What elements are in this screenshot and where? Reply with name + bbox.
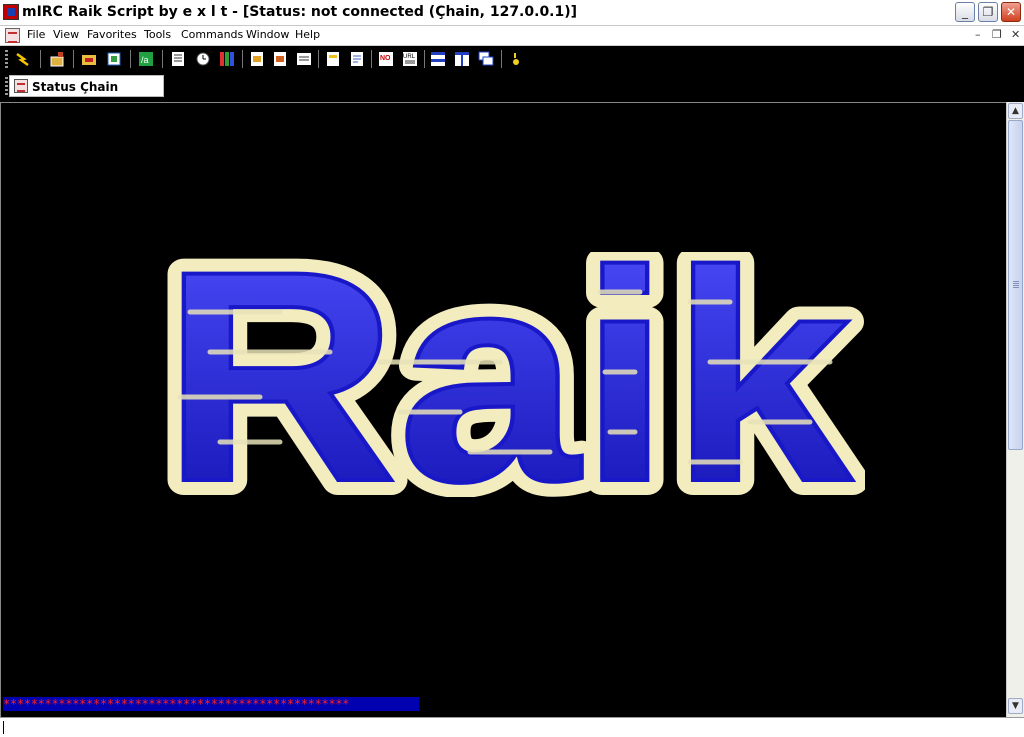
tile-horizontal-icon[interactable] bbox=[430, 51, 446, 67]
menu-view[interactable]: View bbox=[53, 28, 79, 41]
mdi-minimize-button[interactable]: – bbox=[975, 28, 981, 41]
scroll-thumb[interactable] bbox=[1008, 120, 1023, 450]
text-caret bbox=[3, 721, 4, 734]
address-book-icon[interactable] bbox=[106, 51, 122, 67]
title-bar: mIRC Raik Script by e x l t - [Status: n… bbox=[0, 0, 1024, 26]
vertical-scrollbar[interactable]: ▲ ▼ bbox=[1006, 102, 1024, 717]
connect-icon[interactable] bbox=[15, 51, 31, 67]
mirc-app-icon[interactable] bbox=[3, 4, 19, 20]
toolbar-separator bbox=[130, 50, 131, 68]
receive-file-icon[interactable] bbox=[272, 51, 288, 67]
help-icon[interactable] bbox=[508, 51, 524, 67]
menu-file[interactable]: File bbox=[27, 28, 45, 41]
toolbar-separator bbox=[501, 50, 502, 68]
minimize-button[interactable]: _ bbox=[955, 2, 975, 22]
channels-folder-icon[interactable] bbox=[81, 51, 97, 67]
menu-bar: File View Favorites Tools Commands Windo… bbox=[0, 26, 1024, 46]
cascade-icon[interactable] bbox=[478, 51, 494, 67]
url-list-icon[interactable]: URL bbox=[402, 51, 418, 67]
menu-favorites[interactable]: Favorites bbox=[87, 28, 137, 41]
no-icon[interactable]: NO bbox=[378, 51, 394, 67]
switchbar: Status Çhain bbox=[0, 73, 1024, 100]
restore-button[interactable]: ❐ bbox=[978, 2, 998, 22]
menu-help[interactable]: Help bbox=[295, 28, 320, 41]
toolbar-grip[interactable] bbox=[5, 50, 8, 70]
toolbar-separator bbox=[73, 50, 74, 68]
send-file-icon[interactable] bbox=[249, 51, 265, 67]
svg-text:NO: NO bbox=[380, 55, 391, 62]
log-icon[interactable] bbox=[325, 51, 341, 67]
toolbar-separator bbox=[424, 50, 425, 68]
menu-tools[interactable]: Tools bbox=[144, 28, 171, 41]
menu-window[interactable]: Window bbox=[246, 28, 289, 41]
svg-text:/a: /a bbox=[141, 55, 149, 65]
toolbar: /a NO URL bbox=[0, 46, 1024, 73]
timer-icon[interactable] bbox=[195, 51, 211, 67]
switchbar-tab-label: Status Çhain bbox=[32, 80, 119, 94]
scroll-thumb-grip bbox=[1013, 281, 1019, 289]
toolbar-separator bbox=[162, 50, 163, 68]
notify-icon[interactable] bbox=[349, 51, 365, 67]
status-window-menu-icon[interactable] bbox=[5, 28, 20, 43]
alias-icon[interactable]: /a bbox=[138, 51, 154, 67]
colors-icon[interactable] bbox=[219, 51, 235, 67]
toolbar-separator bbox=[242, 50, 243, 68]
toolbar-separator bbox=[371, 50, 372, 68]
logo-fill: Raik bbox=[162, 252, 854, 497]
toolbar-separator bbox=[318, 50, 319, 68]
tile-vertical-icon[interactable] bbox=[454, 51, 470, 67]
scroll-down-button[interactable]: ▼ bbox=[1008, 698, 1023, 714]
mdi-close-button[interactable]: ✕ bbox=[1011, 28, 1020, 41]
status-window-icon bbox=[14, 79, 28, 93]
raik-ascii-logo: Raik Raik bbox=[150, 252, 865, 497]
scroll-up-button[interactable]: ▲ bbox=[1008, 103, 1023, 119]
options-icon[interactable] bbox=[49, 51, 65, 67]
script-editor-icon[interactable] bbox=[170, 51, 186, 67]
svg-text:URL: URL bbox=[403, 54, 416, 60]
dcc-chat-icon[interactable] bbox=[296, 51, 312, 67]
separator-line: ****************************************… bbox=[3, 697, 419, 711]
close-button[interactable]: ✕ bbox=[1001, 2, 1021, 22]
switchbar-tab-status[interactable]: Status Çhain bbox=[9, 75, 164, 97]
toolbar-separator bbox=[40, 50, 41, 68]
switchbar-grip[interactable] bbox=[5, 77, 8, 97]
mdi-restore-button[interactable]: ❐ bbox=[992, 28, 1002, 41]
command-input[interactable] bbox=[0, 717, 1024, 737]
menu-commands[interactable]: Commands bbox=[181, 28, 243, 41]
window-title: mIRC Raik Script by e x l t - [Status: n… bbox=[22, 4, 578, 20]
